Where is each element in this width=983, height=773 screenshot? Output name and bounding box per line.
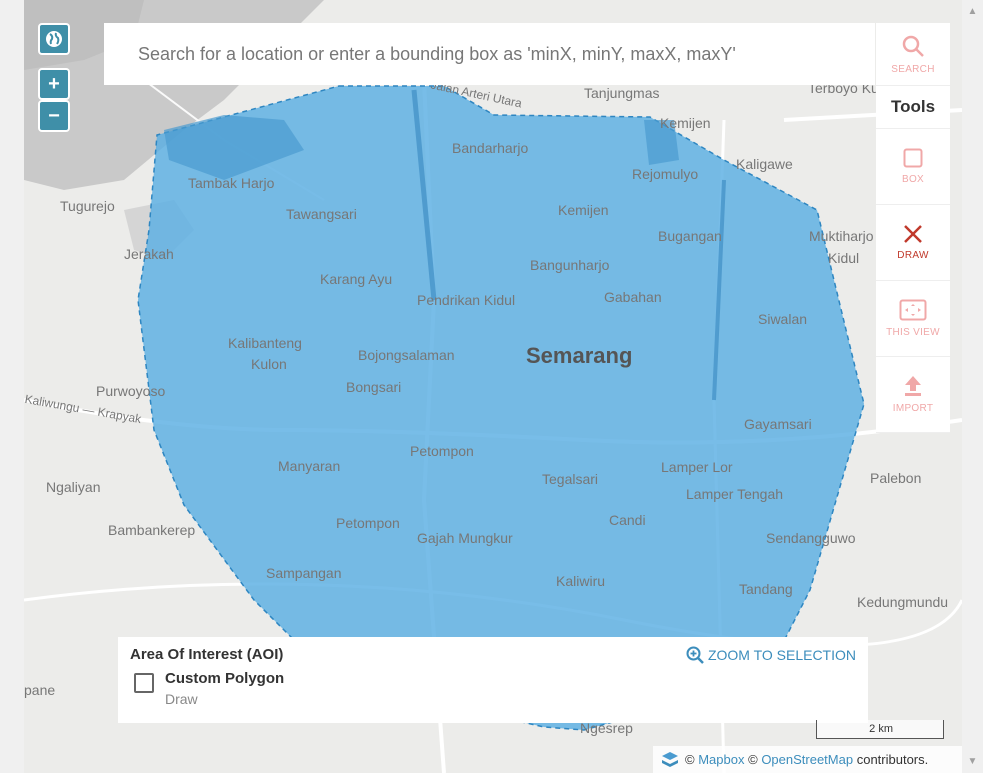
tools-panel: SEARCH Tools BOX DRAW THIS VIEW IMPORT [876, 23, 950, 433]
place-label: Tandang [739, 581, 793, 597]
place-label: Pendrikan Kidul [417, 292, 516, 308]
search-bar [104, 23, 875, 85]
place-label: Tugurejo [60, 198, 115, 214]
attribution-suffix: contributors. [856, 752, 929, 767]
attribution: © Mapbox © OpenStreetMap contributors. [653, 746, 962, 773]
place-label: Bambankerep [108, 522, 196, 538]
polygon-source: Draw [165, 691, 198, 707]
tools-title: Tools [876, 86, 950, 129]
place-label: Lamper Lor [661, 459, 733, 475]
zoom-in-button[interactable]: + [38, 68, 70, 100]
scale-label: 2 km [869, 723, 893, 735]
place-label: Lamper Tengah [686, 486, 784, 502]
zoom-to-selection-button[interactable]: ZOOM TO SELECTION [686, 646, 856, 664]
place-label: Purwoyoso [96, 383, 166, 399]
globe-icon [46, 31, 62, 47]
place-label: Siwalan [758, 311, 808, 327]
zoom-in-icon [686, 646, 704, 664]
search-icon [902, 35, 924, 57]
place-label: Bojongsalaman [358, 347, 455, 363]
place-label: Kaligawe [736, 156, 793, 172]
scroll-down-arrow[interactable]: ▼ [962, 756, 983, 767]
place-label: Kemijen [660, 115, 711, 131]
scroll-up-arrow[interactable]: ▲ [962, 6, 983, 17]
place-label: Gabahan [604, 289, 662, 305]
this-view-tool-button[interactable]: THIS VIEW [876, 281, 950, 357]
polygon-checkbox[interactable] [134, 673, 154, 693]
place-label: Kulon [251, 356, 287, 372]
place-label: Tegalsari [542, 471, 599, 487]
draw-tool-button[interactable]: DRAW [876, 205, 950, 281]
place-label: Candi [609, 512, 646, 528]
layers-icon [662, 751, 678, 767]
import-tool-button[interactable]: IMPORT [876, 357, 950, 433]
square-icon [903, 148, 923, 168]
place-label: Sampangan [266, 565, 342, 581]
search-input[interactable] [136, 42, 840, 66]
zoom-to-selection-label: ZOOM TO SELECTION [707, 647, 856, 663]
place-label: Jerakah [124, 246, 174, 262]
box-tool-label: BOX [901, 174, 925, 185]
place-label: Bandarharjo [452, 140, 529, 156]
place-label: Manyaran [278, 458, 341, 474]
place-label: Bugangan [658, 228, 722, 244]
place-label: Gayamsari [744, 416, 812, 432]
place-label: Bongsari [346, 379, 402, 395]
place-label: Kidul [828, 250, 860, 266]
aoi-panel: Area Of Interest (AOI) ZOOM TO SELECTION… [118, 637, 868, 723]
map-frame: Semarang Jalan Arteri Utara Tanjungmas T… [0, 0, 983, 773]
scrollbar-vertical[interactable]: ▲ ▼ [962, 0, 983, 773]
place-label: Tambak Harjo [188, 175, 275, 191]
place-label: Sendangguwo [766, 530, 856, 546]
import-tool-label: IMPORT [892, 403, 934, 414]
place-label: Gajah Mungkur [417, 530, 513, 546]
place-label: Tawangsari [286, 206, 357, 222]
place-label: Palebon [870, 470, 922, 486]
place-label: Kalibanteng [228, 335, 302, 351]
place-label-semarang: Semarang [526, 343, 633, 368]
place-label: Tanjungmas [584, 85, 660, 101]
place-label: pane [24, 682, 56, 698]
draw-tool-label: DRAW [897, 250, 929, 261]
globe-button[interactable] [38, 23, 70, 55]
search-tool-button[interactable]: SEARCH [876, 23, 950, 86]
copyright-symbol: © [685, 752, 695, 767]
polygon-name: Custom Polygon [165, 670, 285, 687]
copyright-symbol: © [748, 752, 758, 767]
mapbox-link[interactable]: Mapbox [698, 752, 744, 767]
search-tool-label: SEARCH [891, 63, 935, 75]
place-label: Kedungmundu [857, 594, 949, 610]
left-gutter [0, 0, 24, 773]
aoi-title: Area Of Interest (AOI) [130, 646, 284, 663]
box-tool-button[interactable]: BOX [876, 129, 950, 205]
place-label: Muktiharjo [809, 228, 874, 244]
place-label: Rejomulyo [632, 166, 699, 182]
place-label: Petompon [410, 443, 474, 459]
close-icon [904, 225, 922, 243]
place-label: Petompon [336, 515, 400, 531]
zoom-out-button[interactable]: − [38, 100, 70, 132]
scale-bar: 2 km [816, 720, 944, 739]
place-label: Kemijen [558, 202, 609, 218]
place-label: Bangunharjo [530, 257, 610, 273]
this-view-tool-label: THIS VIEW [886, 327, 940, 338]
place-label: Ngaliyan [46, 479, 101, 495]
viewport-icon [899, 299, 927, 321]
place-label: Kaliwiru [556, 573, 606, 589]
place-label: Karang Ayu [320, 271, 393, 287]
openstreetmap-link[interactable]: OpenStreetMap [761, 752, 853, 767]
upload-icon [905, 376, 921, 396]
